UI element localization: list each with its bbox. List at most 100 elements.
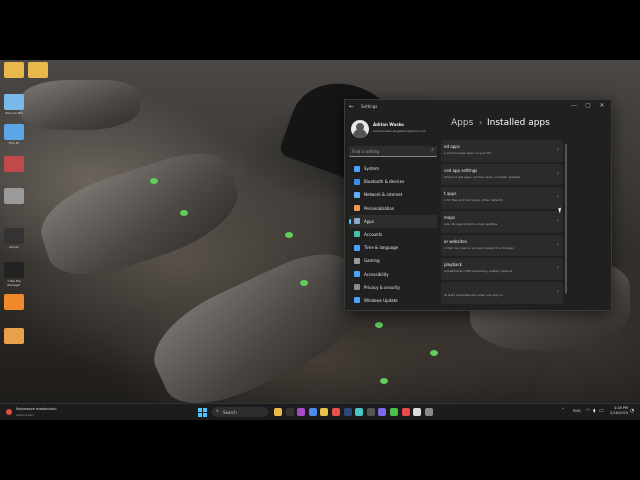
sidebar-item-accounts[interactable]: Accounts xyxy=(349,228,437,241)
desktop-icon[interactable] xyxy=(4,124,24,140)
notification-bell-icon[interactable]: ◔ xyxy=(630,408,634,414)
apps-icon xyxy=(354,218,360,225)
settings-row-title: ed apps xyxy=(444,144,460,149)
desktop-icon[interactable] xyxy=(4,62,24,78)
sidebar-item-system[interactable]: System xyxy=(349,162,437,175)
sidebar-item-apps[interactable]: Apps xyxy=(349,214,437,228)
settings-row[interactable]: playback adjustments, HDR streaming, batt… xyxy=(441,258,563,280)
search-icon: ⌕ xyxy=(431,147,434,153)
globe-icon xyxy=(354,244,360,251)
taskbar-app-settings-icon[interactable] xyxy=(424,408,433,416)
wallpaper-sprout xyxy=(375,322,383,328)
settings-row[interactable]: maps ads, storage location, map updates › xyxy=(441,211,563,233)
desktop-icon[interactable] xyxy=(4,188,24,204)
wallpaper-rock xyxy=(20,80,140,130)
taskbar-app-terminal-icon[interactable] xyxy=(285,408,294,416)
sidebar-item-personalization[interactable]: Personalization xyxy=(349,202,437,215)
start-button[interactable] xyxy=(198,408,207,417)
settings-row-subtitle: s that can open in an app instead of a b… xyxy=(444,245,514,250)
wifi-icon[interactable]: ◠ xyxy=(586,408,590,414)
shield-icon xyxy=(354,284,360,291)
chevron-right-icon: › xyxy=(557,170,559,177)
page-title: Installed apps xyxy=(487,118,550,128)
speaker-icon[interactable]: ◖ xyxy=(593,408,596,414)
wallpaper-sprout xyxy=(380,378,388,384)
news-widget[interactable]: Najnowsze wiadomości wiadomości xyxy=(4,406,64,419)
sidebar-item-windows-update[interactable]: Windows Update xyxy=(349,294,437,307)
desktop-icon[interactable] xyxy=(4,328,24,344)
avatar[interactable] xyxy=(351,120,369,138)
settings-row-title: or websites xyxy=(444,238,467,244)
language-indicator[interactable]: ENG xyxy=(573,409,581,413)
desktop-icon-label: Adrian xyxy=(9,245,19,249)
minimize-button[interactable]: — xyxy=(569,102,579,109)
taskbar-app-app-icon[interactable] xyxy=(401,408,410,416)
sidebar-item-privacy-security[interactable]: Privacy & security xyxy=(349,281,437,294)
breadcrumb-apps[interactable]: Apps xyxy=(451,118,473,128)
desktop-icon[interactable] xyxy=(4,94,24,110)
taskbar-app-steam-icon[interactable] xyxy=(343,408,352,416)
desktop-icon-label: This PC xyxy=(8,141,20,145)
taskbar-app-office-icon[interactable] xyxy=(332,408,340,416)
battery-icon[interactable]: ▭ xyxy=(599,408,604,414)
taskbar-app-media-icon[interactable] xyxy=(297,408,306,416)
update-icon xyxy=(354,297,360,304)
chevron-right-icon: › xyxy=(557,265,559,272)
desktop-icon[interactable] xyxy=(28,62,48,78)
chevron-up-icon[interactable]: ˄ xyxy=(562,408,565,414)
sidebar-item-accessibility[interactable]: Accessibility xyxy=(349,268,437,281)
settings-row-subtitle: at start automatically when you sign in xyxy=(444,293,503,298)
settings-row-title: playback xyxy=(444,262,462,268)
desktop-icon[interactable] xyxy=(4,262,24,278)
sidebar-item-time-language[interactable]: Time & language xyxy=(349,241,437,254)
taskbar-app-discord-icon[interactable] xyxy=(378,408,387,416)
title-bar: ← Settings — ▢ ✕ xyxy=(345,100,611,114)
settings-row-title: maps xyxy=(444,215,455,221)
desktop-icon-label: 7-Zip File Manager xyxy=(7,279,21,287)
sidebar-item-label: Windows Update xyxy=(364,297,398,303)
sidebar-item-label: Accounts xyxy=(364,231,383,237)
taskbar-app-edge-icon[interactable] xyxy=(355,408,364,416)
video-letterbox-bottom xyxy=(0,420,640,480)
settings-row-subtitle: e and manage apps on your PC xyxy=(444,151,492,155)
search-icon: ⌕ xyxy=(216,408,219,414)
taskbar-app-obs-icon[interactable] xyxy=(366,408,375,416)
back-arrow-icon[interactable]: ← xyxy=(349,103,354,110)
taskbar-app-store-icon[interactable] xyxy=(308,408,317,416)
desktop-icon[interactable] xyxy=(4,228,24,244)
sidebar-item-label: Privacy & security xyxy=(364,284,401,290)
chevron-right-icon: › xyxy=(557,241,559,248)
taskbar-search[interactable]: ⌕ Search xyxy=(212,407,268,417)
sidebar: Adrian Wasko adrianwasko.wsgadkar@gmail.… xyxy=(345,114,441,310)
search-input[interactable] xyxy=(352,147,424,155)
video-letterbox-top xyxy=(0,0,640,60)
close-button[interactable]: ✕ xyxy=(597,102,607,109)
taskbar-app-explorer-icon[interactable] xyxy=(274,408,282,416)
settings-row[interactable]: at start automatically when you sign in › xyxy=(441,282,563,304)
sidebar-item-label: Apps xyxy=(364,218,374,224)
settings-row-title: t apps xyxy=(444,191,457,197)
taskbar-app-chrome-icon[interactable] xyxy=(390,408,398,416)
sidebar-item-network-internet[interactable]: Network & internet xyxy=(349,188,437,201)
sidebar-item-bluetooth-devices[interactable]: Bluetooth & devices xyxy=(349,175,437,188)
search-box: ⌕ xyxy=(349,146,437,157)
taskbar-app-folder-icon[interactable] xyxy=(320,408,329,416)
settings-row[interactable]: ced app settings where to get apps, archi… xyxy=(441,163,563,186)
news-icon xyxy=(6,409,12,415)
clock-date: 2/16/2024 xyxy=(610,411,628,415)
scrollbar[interactable] xyxy=(565,144,567,294)
settings-row[interactable]: or websites s that can open in an app ins… xyxy=(441,234,563,257)
taskbar-search-label: Search xyxy=(223,409,237,415)
clock[interactable]: 4:18 PM 2/16/2024 xyxy=(606,406,628,416)
breadcrumb-separator: › xyxy=(479,118,483,127)
taskbar-app-notion-icon[interactable] xyxy=(413,408,422,416)
sidebar-item-gaming[interactable]: Gaming xyxy=(349,254,437,267)
desktop-icon[interactable] xyxy=(4,156,24,172)
maximize-button[interactable]: ▢ xyxy=(583,102,593,109)
settings-row[interactable]: ed apps e and manage apps on your PC › xyxy=(441,140,563,162)
desktop-icon[interactable] xyxy=(4,294,24,310)
sidebar-nav: System Bluetooth & devices Network & inter… xyxy=(349,162,437,307)
settings-row[interactable]: t apps s for files and link types, other … xyxy=(441,187,563,209)
taskbar: Najnowsze wiadomości wiadomości ⌕ Search… xyxy=(0,403,640,421)
chevron-right-icon: › xyxy=(557,289,559,296)
